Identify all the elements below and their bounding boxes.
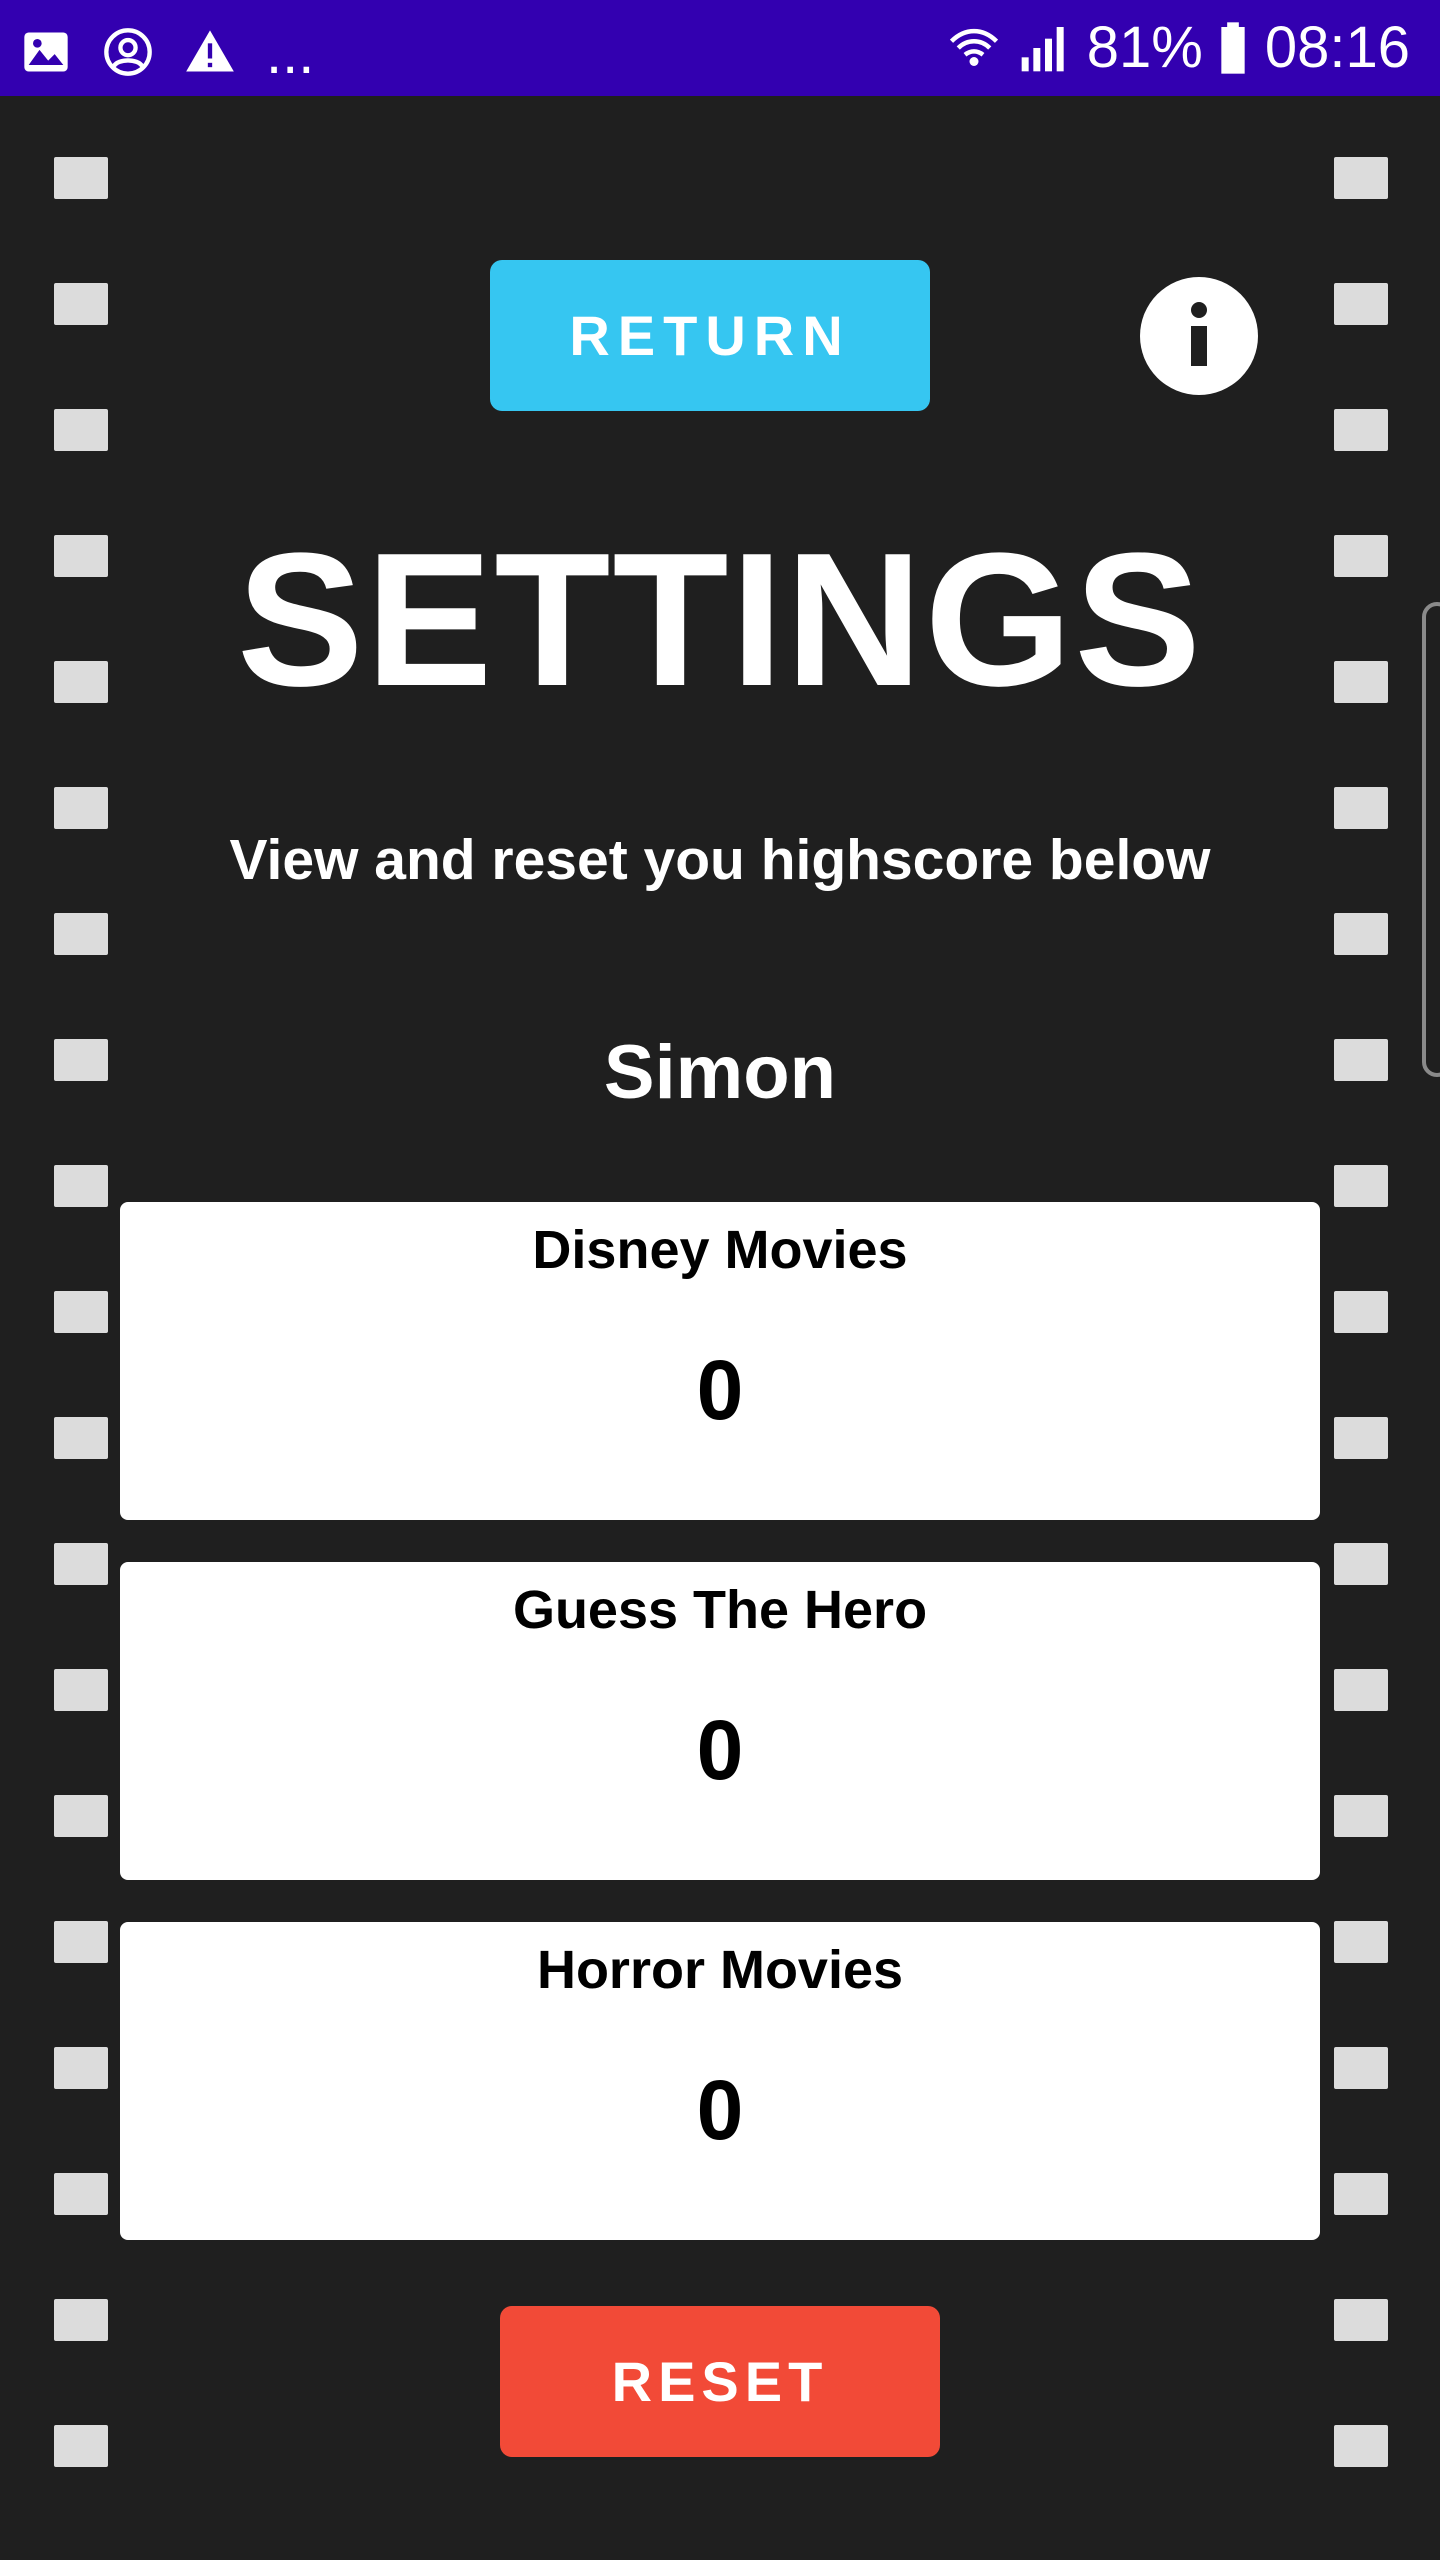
film-hole (1334, 2047, 1388, 2089)
score-card-hero: Guess The Hero 0 (120, 1562, 1320, 1880)
film-hole (54, 2299, 108, 2341)
film-hole (1334, 283, 1388, 325)
film-hole (1334, 1795, 1388, 1837)
player-name: Simon (603, 1030, 837, 1115)
score-card-horror: Horror Movies 0 (120, 1922, 1320, 2240)
film-hole (1334, 157, 1388, 199)
score-card-category: Horror Movies (536, 1940, 904, 2000)
status-bar: ... 81% 08:16 (0, 0, 1440, 96)
film-hole (54, 1291, 108, 1333)
film-strip-right (1334, 0, 1390, 2560)
film-hole (54, 913, 108, 955)
battery-percent: 81% (1086, 15, 1203, 80)
film-hole (1334, 913, 1388, 955)
film-hole (1334, 2425, 1388, 2467)
battery-icon (1217, 20, 1251, 76)
film-hole (54, 1543, 108, 1585)
return-button[interactable]: RETURN (490, 260, 930, 411)
film-hole (54, 1165, 108, 1207)
film-hole (54, 787, 108, 829)
page-title: SETTINGS (236, 514, 1204, 726)
score-card-category: Guess The Hero (512, 1580, 928, 1640)
film-hole (54, 157, 108, 199)
film-hole (54, 1795, 108, 1837)
film-hole (1334, 1291, 1388, 1333)
film-hole (1334, 1417, 1388, 1459)
score-card-category: Disney Movies (532, 1220, 908, 1280)
page-subtitle: View and reset you highscore below (229, 828, 1211, 892)
film-hole (54, 2425, 108, 2467)
status-overflow: ... (266, 21, 315, 86)
settings-screen: ... 81% 08:16 RETURN SETTINGS View and r… (0, 0, 1440, 2560)
film-hole (1334, 409, 1388, 451)
film-strip-left (54, 0, 110, 2560)
film-hole (54, 1921, 108, 1963)
film-hole (54, 1669, 108, 1711)
film-hole (54, 409, 108, 451)
film-hole (1334, 1669, 1388, 1711)
score-card-disney: Disney Movies 0 (120, 1202, 1320, 1520)
film-hole (1334, 1543, 1388, 1585)
film-hole (54, 283, 108, 325)
account-circle-icon (102, 26, 158, 82)
reset-button[interactable]: RESET (500, 2306, 940, 2457)
film-hole (1334, 787, 1388, 829)
film-hole (1334, 2299, 1388, 2341)
score-card-value: 0 (696, 1703, 744, 1797)
film-hole (1334, 1921, 1388, 1963)
score-card-value: 0 (696, 2063, 744, 2157)
film-hole (1334, 2173, 1388, 2215)
score-card-value: 0 (696, 1343, 744, 1437)
wifi-icon (947, 20, 1003, 76)
info-icon (1187, 301, 1211, 371)
warning-icon (184, 26, 240, 82)
film-hole (54, 2173, 108, 2215)
info-button[interactable] (1140, 277, 1258, 395)
film-hole (54, 1417, 108, 1459)
film-hole (1334, 1165, 1388, 1207)
signal-icon (1017, 20, 1073, 76)
film-hole (54, 2047, 108, 2089)
